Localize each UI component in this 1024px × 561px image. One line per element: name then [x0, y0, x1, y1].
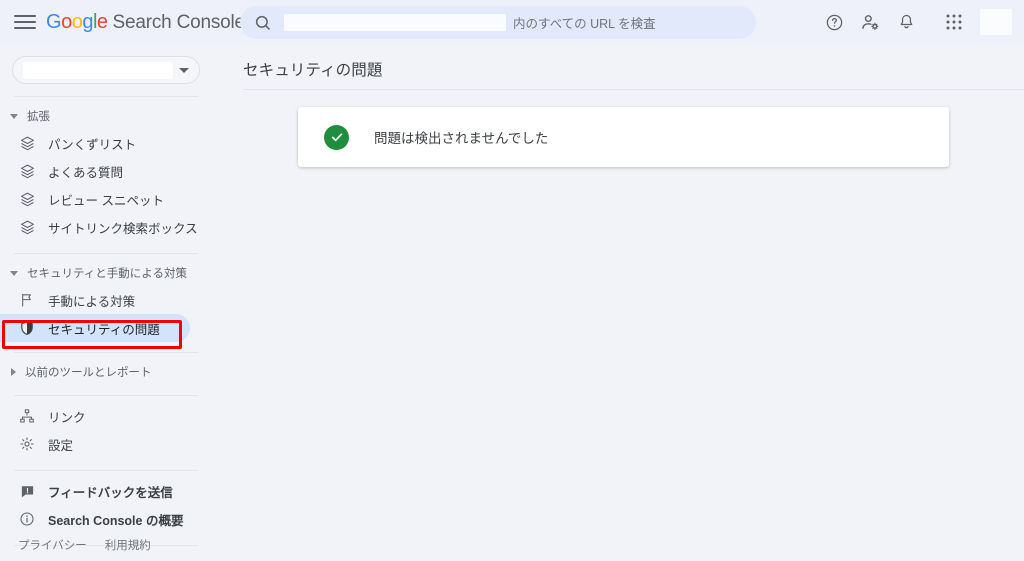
- sidebar-item-settings[interactable]: 設定: [0, 430, 190, 458]
- sidebar-group-security[interactable]: セキュリティと手動による対策: [0, 260, 212, 286]
- app-logo[interactable]: Google Search Console: [46, 11, 245, 34]
- google-logo: Google: [46, 10, 108, 33]
- header-actions: [816, 0, 1016, 44]
- sidebar-item-faq[interactable]: よくある質問: [0, 157, 190, 185]
- sidebar-item-label: 手動による対策: [48, 294, 136, 309]
- privacy-link[interactable]: プライバシー: [18, 537, 87, 553]
- main-content: セキュリティの問題 問題は検出されませんでした: [212, 44, 1024, 561]
- divider: [14, 96, 198, 97]
- chevron-down-icon: [10, 113, 18, 119]
- hamburger-icon[interactable]: [14, 11, 36, 33]
- layers-icon: [18, 218, 36, 236]
- apps-grid-icon[interactable]: [936, 4, 972, 40]
- sidebar-item-manual-actions[interactable]: 手動による対策: [0, 286, 190, 314]
- sidebar-item-label: パンくずリスト: [48, 137, 137, 152]
- sidebar-group-legacy-tools[interactable]: 以前のツールとレポート: [0, 359, 212, 385]
- chevron-down-icon: [10, 270, 18, 276]
- divider: [14, 470, 198, 471]
- sidebar-item-label: Search Console の概要: [48, 513, 184, 528]
- layers-icon: [18, 190, 36, 208]
- feedback-icon: [18, 482, 36, 500]
- sidebar-item-label: リンク: [48, 410, 86, 425]
- property-selector[interactable]: [12, 56, 200, 84]
- property-selector-value: [23, 61, 173, 79]
- account-settings-icon[interactable]: [852, 4, 888, 40]
- product-name: Search Console: [112, 11, 246, 33]
- sidebar-item-security-issues[interactable]: セキュリティの問題: [0, 314, 190, 342]
- sidebar-item-label: よくある質問: [48, 165, 124, 180]
- terms-link[interactable]: 利用規約: [105, 537, 151, 553]
- gear-icon: [18, 435, 36, 453]
- info-icon: [18, 510, 36, 528]
- sidebar-item-links[interactable]: リンク: [0, 402, 190, 430]
- search-input[interactable]: [284, 14, 506, 31]
- layers-icon: [18, 162, 36, 180]
- search-icon: [255, 15, 270, 30]
- search-suffix-label: 内のすべての URL を検査: [513, 17, 656, 31]
- sidebar-group-label: 拡張: [27, 111, 50, 123]
- chevron-down-icon: [179, 67, 189, 73]
- notifications-bell-icon[interactable]: [888, 4, 924, 40]
- divider: [14, 395, 198, 396]
- sidebar-item-search-console-overview[interactable]: Search Console の概要: [0, 505, 190, 533]
- url-inspection-bar[interactable]: 内のすべての URL を検査: [240, 6, 756, 39]
- divider: [14, 253, 198, 254]
- divider: [14, 352, 198, 353]
- sidebar-item-send-feedback[interactable]: フィードバックを送信: [0, 477, 190, 505]
- flag-icon: [18, 291, 36, 309]
- title-divider: [243, 89, 1024, 90]
- page-title: セキュリティの問題: [243, 62, 383, 79]
- check-circle-icon: [324, 124, 349, 150]
- sidebar-group-label: セキュリティと手動による対策: [27, 268, 187, 280]
- sidebar-item-sitelinks-searchbox[interactable]: サイトリンク検索ボックス: [0, 213, 198, 241]
- sidebar: 拡張 パンくずリスト よくある質問 レビュー スニペット サイトリンク検索ボック…: [0, 44, 212, 561]
- layers-icon: [18, 134, 36, 152]
- sidebar-item-review-snippets[interactable]: レビュー スニペット: [0, 185, 190, 213]
- sidebar-item-label: セキュリティの問題: [48, 322, 160, 337]
- sidebar-item-label: レビュー スニペット: [48, 193, 164, 208]
- links-tree-icon: [18, 407, 36, 425]
- sidebar-item-label: フィードバックを送信: [48, 485, 173, 500]
- sidebar-item-breadcrumbs[interactable]: パンくずリスト: [0, 129, 190, 157]
- sidebar-group-enhancements[interactable]: 拡張: [0, 103, 212, 129]
- sidebar-item-label: サイトリンク検索ボックス: [48, 221, 198, 236]
- app-header: Google Search Console 内のすべての URL を検査: [0, 0, 1024, 44]
- chevron-right-icon: [11, 368, 16, 376]
- sidebar-footer: プライバシー 利用規約: [0, 537, 212, 553]
- status-card: 問題は検出されませんでした: [298, 107, 949, 167]
- avatar[interactable]: [980, 9, 1012, 35]
- shield-icon: [18, 319, 36, 337]
- status-message: 問題は検出されませんでした: [374, 131, 549, 146]
- sidebar-item-label: 設定: [48, 438, 74, 453]
- help-icon[interactable]: [816, 4, 852, 40]
- sidebar-group-label: 以前のツールとレポート: [25, 367, 152, 379]
